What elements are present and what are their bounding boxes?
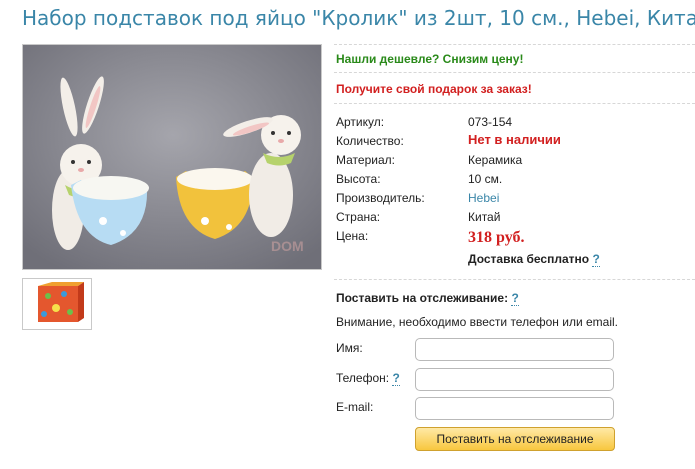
delivery-info: Доставка бесплатно ? <box>468 252 600 267</box>
delivery-text: Доставка бесплатно <box>468 252 590 266</box>
spec-label-price: Цена: <box>336 229 369 243</box>
phone-label-text: Телефон: <box>336 371 390 385</box>
spec-label-quantity: Количество: <box>336 134 404 148</box>
spec-label-country: Страна: <box>336 210 381 224</box>
spec-label-height: Высота: <box>336 172 381 186</box>
manufacturer-link[interactable]: Hebei <box>468 191 499 205</box>
divider <box>334 279 695 280</box>
divider <box>334 72 695 73</box>
spec-value-country: Китай <box>468 210 501 224</box>
svg-text:DOM: DOM <box>271 238 304 254</box>
email-label: E-mail: <box>336 400 374 414</box>
price-value: 318 руб. <box>468 229 525 246</box>
product-info-panel: Нашли дешевле? Снизим цену! Получите сво… <box>334 0 695 469</box>
spec-label-article: Артикул: <box>336 115 385 129</box>
spec-label-manufacturer: Производитель: <box>336 191 425 205</box>
product-photo-image: DOM <box>23 45 321 269</box>
divider <box>334 103 695 104</box>
spec-value-article: 073-154 <box>468 115 513 129</box>
stock-status: Нет в наличии <box>468 132 561 147</box>
divider <box>334 44 695 45</box>
gift-promo[interactable]: Получите свой подарок за заказ! <box>336 82 532 96</box>
delivery-help-icon[interactable]: ? <box>592 252 600 267</box>
spec-value-material: Керамика <box>468 153 523 167</box>
product-main-photo[interactable]: DOM <box>22 44 322 270</box>
email-input[interactable] <box>415 397 614 420</box>
spec-value-height: 10 см. <box>468 172 503 186</box>
spec-label-material: Материал: <box>336 153 395 167</box>
name-input[interactable] <box>415 338 614 361</box>
product-thumbnail-image <box>26 282 88 326</box>
phone-help-icon[interactable]: ? <box>392 371 400 386</box>
track-submit-button[interactable]: Поставить на отслеживание <box>415 427 615 451</box>
tracking-title-text: Поставить на отслеживание: <box>336 291 509 305</box>
name-label: Имя: <box>336 341 363 355</box>
tracking-title: Поставить на отслеживание: ? <box>336 291 519 306</box>
cheaper-promo[interactable]: Нашли дешевле? Снизим цену! <box>336 52 523 66</box>
tracking-help-icon[interactable]: ? <box>511 291 519 306</box>
product-thumbnail[interactable] <box>22 278 92 330</box>
tracking-note: Внимание, необходимо ввести телефон или … <box>336 315 619 329</box>
phone-label: Телефон: ? <box>336 371 400 386</box>
phone-input[interactable] <box>415 368 614 391</box>
